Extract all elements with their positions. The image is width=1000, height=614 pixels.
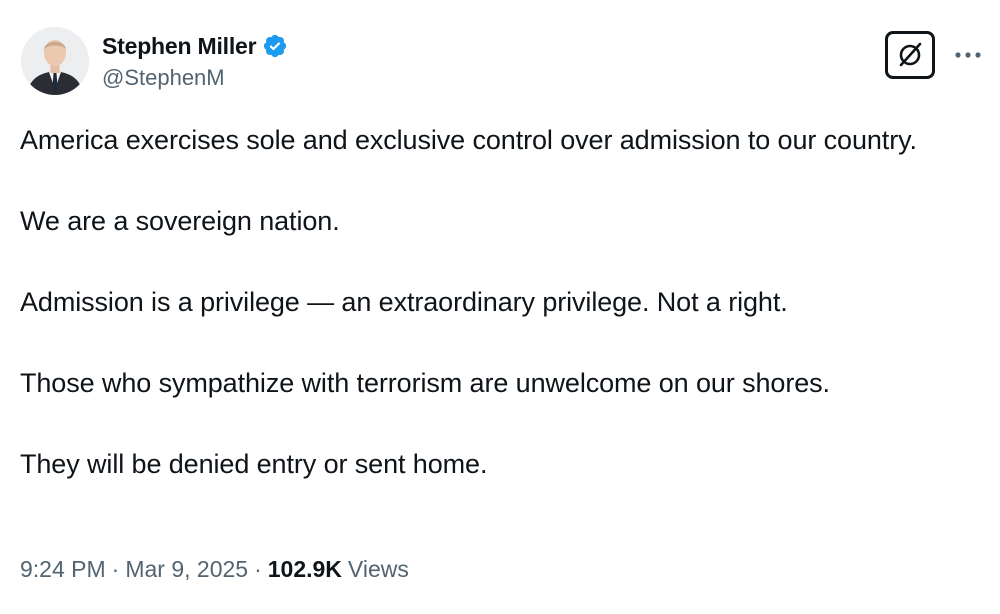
tweet-paragraph: We are a sovereign nation. (20, 206, 340, 236)
tweet-paragraph: Those who sympathize with terrorism are … (20, 368, 830, 398)
author-display-name[interactable]: Stephen Miller (102, 33, 257, 60)
tweet-paragraph: America exercises sole and exclusive con… (20, 125, 917, 155)
views-label: Views (347, 556, 409, 582)
tweet-date[interactable]: Mar 9, 2025 (125, 556, 248, 583)
more-options-button[interactable] (950, 40, 986, 70)
tweet-card: Stephen Miller @StephenM America exercis… (0, 0, 1000, 614)
author-handle[interactable]: @StephenM (102, 65, 288, 91)
author-name-row: Stephen Miller (102, 31, 288, 61)
tweet-metadata: 9:24 PM · Mar 9, 2025 · 102.9K Views (20, 556, 409, 583)
tweet-time[interactable]: 9:24 PM (20, 556, 106, 583)
tweet-text: America exercises sole and exclusive con… (20, 120, 980, 484)
verified-badge-icon[interactable] (262, 33, 288, 59)
more-icon (955, 52, 981, 58)
avatar[interactable] (21, 27, 89, 95)
grok-button[interactable] (885, 31, 935, 79)
tweet-paragraph: They will be denied entry or sent home. (20, 449, 488, 479)
views-count[interactable]: 102.9K (268, 556, 342, 583)
author-block: Stephen Miller @StephenM (102, 31, 288, 91)
meta-separator: · (111, 556, 120, 582)
tweet-paragraph: Admission is a privilege — an extraordin… (20, 287, 788, 317)
avatar-image (21, 27, 89, 95)
meta-separator: · (254, 556, 262, 582)
grok-icon (899, 42, 922, 67)
